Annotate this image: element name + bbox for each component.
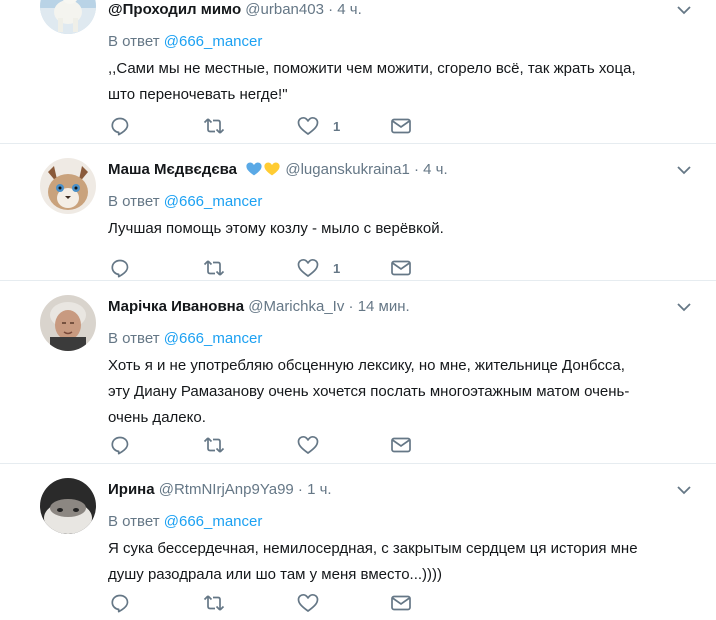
retweet-icon: [203, 437, 225, 453]
timestamp[interactable]: 14 мин.: [358, 298, 410, 315]
author-name[interactable]: @Проходил мимо: [108, 1, 241, 18]
heart-icon: [297, 116, 319, 135]
tweet-actions: [0, 591, 716, 615]
like-button[interactable]: 1: [297, 256, 340, 280]
envelope-icon: [391, 437, 411, 453]
reply-mention[interactable]: @666_mancer: [164, 513, 263, 530]
tweet-header: Ирина @RtmNIrjAnp9Ya99 · 1 ч.: [108, 480, 332, 500]
author-name[interactable]: Ирина: [108, 481, 155, 498]
reply-prefix: В ответ: [108, 33, 160, 50]
reply-context: В ответ @666_mancer: [108, 192, 716, 212]
dm-button[interactable]: [390, 591, 412, 615]
chevron-down-icon[interactable]: [676, 299, 692, 315]
reply-button[interactable]: [110, 433, 130, 457]
reply-mention[interactable]: @666_mancer: [164, 193, 263, 210]
tweet[interactable]: Маша Мєдвєдєва @luganskukraina1 · 4 ч. В…: [0, 144, 716, 281]
separator: ·: [297, 481, 303, 498]
author-name[interactable]: Марічка Ивановна: [108, 298, 244, 315]
reply-icon: [111, 594, 129, 613]
avatar[interactable]: [40, 0, 96, 34]
tweet-text: Я сука бессердечная, немилосердная, с за…: [108, 536, 716, 588]
retweet-button[interactable]: [203, 591, 225, 615]
tweet-text-line: ,,Сами мы не местные, поможити чем можит…: [108, 60, 636, 77]
envelope-icon: [391, 118, 411, 134]
author-handle[interactable]: @Marichka_Iv: [248, 298, 344, 315]
reply-context: В ответ @666_mancer: [108, 329, 716, 349]
reply-button[interactable]: [110, 591, 130, 615]
like-button[interactable]: [297, 433, 333, 457]
reply-icon: [111, 259, 129, 278]
separator: ·: [328, 1, 334, 18]
retweet-button[interactable]: [203, 256, 225, 280]
tweet[interactable]: @Проходил мимо @urban403 · 4 ч. В ответ …: [0, 0, 716, 144]
tweet[interactable]: Марічка Ивановна @Marichka_Iv · 14 мин. …: [0, 281, 716, 464]
reply-button[interactable]: [110, 256, 130, 280]
yellow-heart-icon: [263, 161, 281, 183]
like-button[interactable]: [297, 591, 333, 615]
tweet-actions: 1: [0, 256, 716, 280]
tweet-header: Марічка Ивановна @Marichka_Iv · 14 мин.: [108, 297, 410, 317]
chevron-down-icon[interactable]: [676, 2, 692, 18]
tweet-header: @Проходил мимо @urban403 · 4 ч.: [108, 0, 362, 20]
reply-icon: [111, 436, 129, 455]
dm-button[interactable]: [390, 433, 412, 457]
blue-heart-icon: [245, 161, 263, 183]
retweet-button[interactable]: [203, 433, 225, 457]
author-handle[interactable]: @urban403: [245, 1, 324, 18]
tweet-actions: 1: [0, 114, 716, 138]
tweet-text-line: душу разодрала или шо там у меня вместо.…: [108, 566, 443, 583]
tweet-text: Лучшая помощь этому козлу - мыло с верёв…: [108, 216, 716, 242]
like-button[interactable]: 1: [297, 114, 340, 138]
tweet-text-line: Хоть я и не употребляю обсценную лексику…: [108, 357, 625, 374]
chevron-down-icon[interactable]: [676, 162, 692, 178]
tweet-text-line: што переночевать негде!": [108, 86, 288, 103]
author-handle[interactable]: @RtmNIrjAnp9Ya99: [159, 481, 294, 498]
reply-button[interactable]: [110, 114, 130, 138]
like-count: 1: [333, 118, 341, 134]
heart-icon: [297, 593, 319, 612]
tweet-text-line: Лучшая помощь этому козлу - мыло с верёв…: [108, 220, 444, 237]
dm-button[interactable]: [390, 256, 412, 280]
tweet-text-line: очень далеко.: [108, 409, 206, 426]
reply-prefix: В ответ: [108, 513, 160, 530]
tweet-text: Хоть я и не употребляю обсценную лексику…: [108, 353, 716, 431]
reply-prefix: В ответ: [108, 330, 160, 347]
envelope-icon: [391, 595, 411, 611]
tweet[interactable]: Ирина @RtmNIrjAnp9Ya99 · 1 ч. В ответ @6…: [0, 464, 716, 620]
separator: ·: [348, 298, 354, 315]
retweet-icon: [203, 595, 225, 611]
tweet-text-line: Я сука бессердечная, немилосердная, с за…: [108, 540, 638, 557]
heart-icon: [297, 258, 319, 277]
dm-button[interactable]: [390, 114, 412, 138]
heart-icon: [297, 435, 319, 454]
timestamp[interactable]: 4 ч.: [423, 161, 448, 178]
tweet-header: Маша Мєдвєдєва @luganskukraina1 · 4 ч.: [108, 160, 448, 183]
reply-prefix: В ответ: [108, 193, 160, 210]
chevron-down-icon[interactable]: [676, 482, 692, 498]
avatar[interactable]: [40, 295, 96, 351]
avatar[interactable]: [40, 158, 96, 214]
separator: ·: [414, 161, 419, 178]
timestamp[interactable]: 4 ч.: [337, 1, 362, 18]
retweet-button[interactable]: [203, 114, 225, 138]
timestamp[interactable]: 1 ч.: [307, 481, 332, 498]
tweet-text-line: эту Диану Рамазанову очень хочется посла…: [108, 383, 630, 400]
retweet-icon: [203, 118, 225, 134]
author-handle[interactable]: @luganskukraina1: [285, 161, 409, 178]
author-name[interactable]: Маша Мєдвєдєва: [108, 161, 237, 178]
retweet-icon: [203, 260, 225, 276]
reply-context: В ответ @666_mancer: [108, 32, 716, 52]
reply-context: В ответ @666_mancer: [108, 512, 716, 532]
avatar[interactable]: [40, 478, 96, 534]
envelope-icon: [391, 260, 411, 276]
tweet-text: ,,Сами мы не местные, поможити чем можит…: [108, 56, 716, 108]
tweet-actions: [0, 433, 716, 457]
reply-mention[interactable]: @666_mancer: [164, 330, 263, 347]
reply-mention[interactable]: @666_mancer: [164, 33, 263, 50]
like-count: 1: [333, 260, 341, 276]
reply-icon: [111, 117, 129, 136]
